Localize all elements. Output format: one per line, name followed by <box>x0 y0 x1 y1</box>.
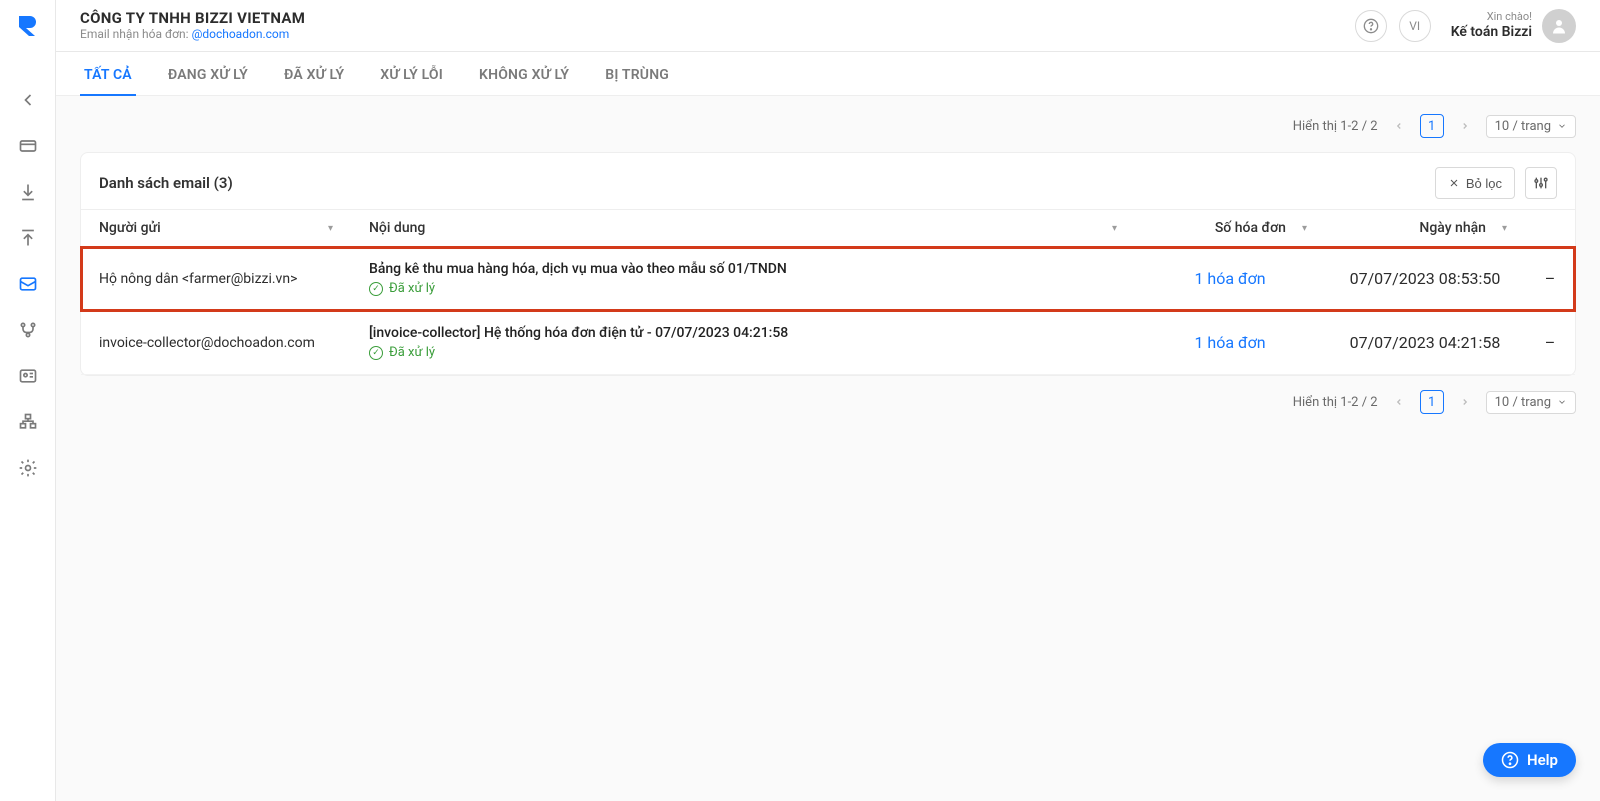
row-status: ✓ Đã xử lý <box>369 345 1117 360</box>
company-name: CÔNG TY TNHH BIZZI VIETNAM <box>80 9 305 28</box>
invoice-link[interactable]: 1 hóa đơn <box>1194 333 1265 352</box>
filter-settings-button[interactable] <box>1525 167 1557 199</box>
cell-invoice: 1 hóa đơn <box>1135 311 1325 375</box>
cell-actions: – <box>1525 247 1575 311</box>
page-number[interactable]: 1 <box>1420 114 1444 138</box>
cell-invoice: 1 hóa đơn <box>1135 247 1325 311</box>
next-page-button[interactable] <box>1454 391 1476 413</box>
col-received[interactable]: Ngày nhận▾ <box>1325 210 1525 247</box>
check-circle-icon: ✓ <box>369 282 383 296</box>
prev-page-button[interactable] <box>1388 115 1410 137</box>
next-page-button[interactable] <box>1454 115 1476 137</box>
sidebar <box>0 0 56 801</box>
tab-error[interactable]: XỬ LÝ LỖI <box>376 55 447 95</box>
locale-button[interactable]: VI <box>1399 10 1431 42</box>
user-menu[interactable]: Xin chào! Kế toán Bizzi <box>1443 9 1576 43</box>
email-panel: Danh sách email (3) Bỏ lọc <box>80 152 1576 376</box>
invoice-email-line: Email nhận hóa đơn: @dochoadon.com <box>80 27 305 42</box>
content: Hiển thị 1-2 / 2 1 10 / trang Danh sách … <box>56 96 1600 801</box>
table-row[interactable]: invoice-collector@dochoadon.com [invoice… <box>81 311 1575 375</box>
close-icon <box>1448 177 1460 189</box>
back-icon[interactable] <box>8 80 48 120</box>
avatar <box>1542 9 1576 43</box>
inbox-icon[interactable] <box>8 264 48 304</box>
row-subject: Bảng kê thu mua hàng hóa, dịch vụ mua và… <box>369 261 1117 277</box>
cell-content: [invoice-collector] Hệ thống hóa đơn điệ… <box>351 311 1135 375</box>
help-widget[interactable]: Help <box>1483 743 1576 777</box>
help-icon[interactable] <box>1355 10 1387 42</box>
org-icon[interactable] <box>8 402 48 442</box>
row-subject: [invoice-collector] Hệ thống hóa đơn điệ… <box>369 325 1117 341</box>
main-area: CÔNG TY TNHH BIZZI VIETNAM Email nhận hó… <box>56 0 1600 801</box>
caret-down-icon: ▾ <box>1112 223 1117 234</box>
user-name: Kế toán Bizzi <box>1451 24 1532 40</box>
help-circle-icon <box>1501 751 1519 769</box>
page-number[interactable]: 1 <box>1420 390 1444 414</box>
clear-filter-button[interactable]: Bỏ lọc <box>1435 167 1515 199</box>
sliders-icon <box>1533 175 1549 191</box>
table-row[interactable]: Hộ nông dân <farmer@bizzi.vn> Bảng kê th… <box>81 247 1575 311</box>
col-sender[interactable]: Người gửi▾ <box>81 210 351 247</box>
check-circle-icon: ✓ <box>369 346 383 360</box>
cell-sender: Hộ nông dân <farmer@bizzi.vn> <box>81 247 351 311</box>
invoice-link[interactable]: 1 hóa đơn <box>1194 269 1265 288</box>
tab-duplicate[interactable]: BỊ TRÙNG <box>601 55 673 95</box>
pager-bottom: Hiển thị 1-2 / 2 1 10 / trang <box>80 390 1576 414</box>
cell-date: 07/07/2023 04:21:58 <box>1325 311 1525 375</box>
col-invoice-count[interactable]: Số hóa đơn▾ <box>1135 210 1325 247</box>
per-page-select[interactable]: 10 / trang <box>1486 115 1576 138</box>
pager-top: Hiển thị 1-2 / 2 1 10 / trang <box>80 114 1576 138</box>
company-block: CÔNG TY TNHH BIZZI VIETNAM Email nhận hó… <box>80 9 305 43</box>
tab-processed[interactable]: ĐÃ XỬ LÝ <box>280 55 348 95</box>
download-icon[interactable] <box>8 172 48 212</box>
row-status: ✓ Đã xử lý <box>369 281 1117 296</box>
tab-not-processed[interactable]: KHÔNG XỬ LÝ <box>475 55 573 95</box>
tabs: TẤT CẢ ĐANG XỬ LÝ ĐÃ XỬ LÝ XỬ LÝ LỖI KHÔ… <box>56 52 1600 96</box>
email-table: Người gửi▾ Nội dung▾ Số hóa đơn▾ Ngày nh… <box>81 209 1575 375</box>
cell-content: Bảng kê thu mua hàng hóa, dịch vụ mua và… <box>351 247 1135 311</box>
topbar: CÔNG TY TNHH BIZZI VIETNAM Email nhận hó… <box>56 0 1600 52</box>
cell-date: 07/07/2023 08:53:50 <box>1325 247 1525 311</box>
panel-actions: Bỏ lọc <box>1435 167 1557 199</box>
upload-icon[interactable] <box>8 218 48 258</box>
caret-down-icon: ▾ <box>328 223 333 234</box>
col-content[interactable]: Nội dung▾ <box>351 210 1135 247</box>
caret-down-icon: ▾ <box>1502 223 1507 234</box>
chevron-down-icon <box>1557 121 1567 131</box>
prev-page-button[interactable] <box>1388 391 1410 413</box>
pager-showing: Hiển thị 1-2 / 2 <box>1293 395 1378 410</box>
card-icon[interactable] <box>8 126 48 166</box>
gear-icon[interactable] <box>8 448 48 488</box>
cell-sender: invoice-collector@dochoadon.com <box>81 311 351 375</box>
chevron-down-icon <box>1557 397 1567 407</box>
branch-icon[interactable] <box>8 310 48 350</box>
cell-actions: – <box>1525 311 1575 375</box>
per-page-select[interactable]: 10 / trang <box>1486 391 1576 414</box>
col-actions <box>1525 210 1575 247</box>
caret-down-icon: ▾ <box>1302 223 1307 234</box>
id-card-icon[interactable] <box>8 356 48 396</box>
tab-processing[interactable]: ĐANG XỬ LÝ <box>164 55 252 95</box>
pager-showing: Hiển thị 1-2 / 2 <box>1293 119 1378 134</box>
app-logo <box>14 12 42 40</box>
panel-header: Danh sách email (3) Bỏ lọc <box>81 153 1575 209</box>
greeting: Xin chào! <box>1451 11 1532 24</box>
panel-title: Danh sách email (3) <box>99 174 233 192</box>
tab-all[interactable]: TẤT CẢ <box>80 55 136 95</box>
invoice-email-value: @dochoadon.com <box>192 27 290 41</box>
topbar-right: VI Xin chào! Kế toán Bizzi <box>1355 9 1576 43</box>
